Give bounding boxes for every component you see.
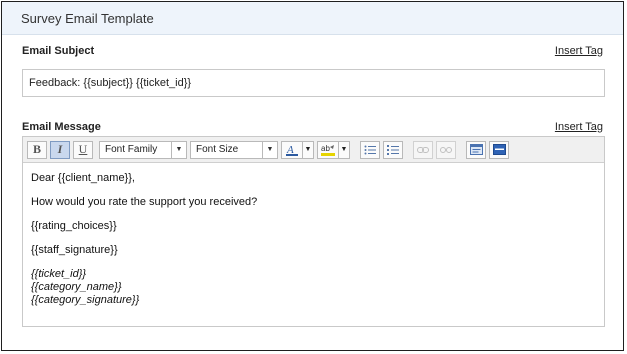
text-color-icon: A	[282, 142, 302, 158]
panel-header: Survey Email Template	[2, 2, 623, 35]
email-subject-value: Feedback: {{subject}} {{ticket_id}}	[29, 77, 192, 89]
panel-title: Survey Email Template	[21, 10, 154, 26]
numbered-list-icon[interactable]	[383, 140, 403, 159]
message-row: Email Message Insert Tag	[22, 121, 603, 133]
font-family-select-label: Font Family	[105, 144, 158, 155]
source-code-icon[interactable]	[466, 140, 486, 159]
text-color-button[interactable]: A ▼	[281, 140, 314, 159]
svg-text:ab: ab	[321, 144, 330, 153]
category-signature-line: {{category_signature}}	[31, 294, 140, 306]
underline-button[interactable]: U	[73, 140, 93, 159]
font-family-select[interactable]: Font Family ▼	[99, 140, 187, 159]
message-insert-tag-link[interactable]: Insert Tag	[555, 121, 603, 133]
bullet-list-icon[interactable]	[360, 140, 380, 159]
email-subject-input[interactable]: Feedback: {{subject}} {{ticket_id}}	[22, 69, 605, 97]
greeting-line: Dear {{client_name}},	[31, 172, 135, 184]
editor-toolbar: B I U Font Family ▼ Font Size ▼ A ▼ ab ▼	[23, 137, 604, 163]
subject-insert-tag-link[interactable]: Insert Tag	[555, 45, 603, 57]
font-size-select[interactable]: Font Size ▼	[190, 140, 278, 159]
category-name-line: {{category_name}}	[31, 281, 122, 293]
chevron-down-icon: ▼	[302, 141, 313, 158]
bold-button[interactable]: B	[27, 140, 47, 159]
editor-content[interactable]: Dear {{client_name}}, How would you rate…	[23, 163, 604, 316]
font-size-select-label: Font Size	[196, 144, 239, 155]
unlink-icon[interactable]	[436, 140, 456, 159]
rating-choices-line: {{rating_choices}}	[31, 220, 117, 232]
question-line: How would you rate the support you recei…	[31, 196, 258, 208]
highlight-color-icon: ab	[318, 142, 338, 158]
staff-signature-line: {{staff_signature}}	[31, 244, 118, 256]
subject-row: Email Subject Insert Tag	[22, 45, 603, 57]
insert-html-icon[interactable]	[489, 140, 509, 159]
survey-email-template-panel: Survey Email Template Email Subject Inse…	[1, 1, 624, 351]
link-icon[interactable]	[413, 140, 433, 159]
italic-button[interactable]: I	[50, 140, 70, 159]
chevron-down-icon: ▼	[338, 141, 349, 158]
chevron-down-icon: ▼	[171, 141, 186, 158]
highlight-color-button[interactable]: ab ▼	[317, 140, 350, 159]
email-message-label: Email Message	[22, 121, 101, 133]
email-message-editor: B I U Font Family ▼ Font Size ▼ A ▼ ab ▼…	[22, 136, 605, 327]
email-subject-label: Email Subject	[22, 45, 95, 57]
chevron-down-icon: ▼	[262, 141, 277, 158]
ticket-id-line: {{ticket_id}}	[31, 268, 87, 280]
